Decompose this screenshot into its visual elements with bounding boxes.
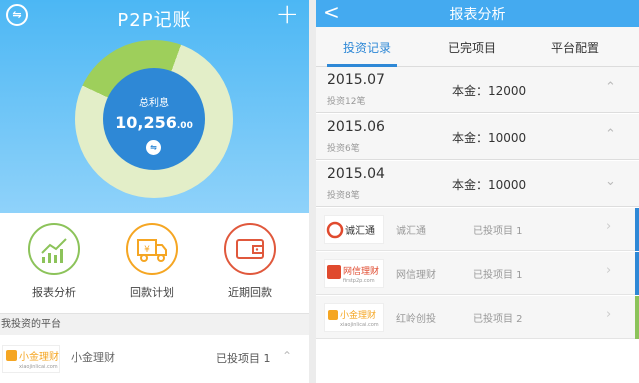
platform-color-bar bbox=[635, 296, 639, 339]
add-icon[interactable]: + bbox=[276, 0, 299, 28]
record-principal: 本金：12000 bbox=[452, 84, 527, 98]
report-analysis-button[interactable]: 报表分析 bbox=[9, 223, 99, 300]
record-month: 2015.07 bbox=[327, 72, 385, 88]
platform-project-count: 已投项目 1 bbox=[216, 352, 271, 365]
report-analysis-label: 报表分析 bbox=[32, 286, 76, 299]
platform-logo: 小金理财 xiaojinlicai.com bbox=[324, 303, 384, 332]
platform-row[interactable]: 小金理财 xiaojinlicai.com 红岭创投 已投项目 2 › bbox=[316, 296, 639, 339]
chevron-right-icon[interactable]: › bbox=[606, 219, 611, 234]
truck-icon: ¥ bbox=[126, 223, 178, 275]
svg-text:¥: ¥ bbox=[144, 245, 150, 255]
toggle-icon[interactable]: ⇋ bbox=[146, 140, 161, 155]
record-investment-count: 投资8笔 bbox=[327, 191, 360, 201]
chart-icon bbox=[28, 223, 80, 275]
record-row[interactable]: 2015.07 投资12笔 本金：12000 ⌃ bbox=[316, 67, 639, 113]
left-screen: ⇋ P2P记账 + 总利息 10,256.00 ⇋ 报表分析 ¥ 回款计划 近期… bbox=[0, 0, 309, 383]
platform-project-count: 已投项目 2 bbox=[473, 314, 523, 325]
record-investment-count: 投资12笔 bbox=[327, 97, 366, 107]
platform-row[interactable]: 网信理财 firstp2p.com 网信理财 已投项目 1 › bbox=[316, 252, 639, 295]
platform-logo: 诚汇通 bbox=[324, 215, 384, 244]
platform-logo-text: 小金理财 bbox=[19, 350, 59, 363]
repayment-plan-button[interactable]: ¥ 回款计划 bbox=[107, 223, 197, 300]
platform-logo-text: 网信理财 bbox=[343, 265, 379, 277]
tab-platform-config[interactable]: 平台配置 bbox=[551, 39, 599, 56]
platform-logo: 小金理财 xiaojinlicai.com bbox=[2, 345, 60, 373]
record-investment-count: 投资6笔 bbox=[327, 144, 360, 154]
total-interest-label: 总利息 bbox=[139, 98, 169, 109]
interest-donut-chart: 总利息 10,256.00 ⇋ bbox=[75, 40, 233, 198]
platform-logo-sub: firstp2p.com bbox=[343, 278, 375, 284]
record-row[interactable]: 2015.04 投资8笔 本金：10000 ⌄ bbox=[316, 161, 639, 207]
report-tabs: 投资记录 已完项目 平台配置 bbox=[316, 27, 639, 67]
platform-name: 诚汇通 bbox=[396, 226, 426, 237]
report-header: < 报表分析 bbox=[316, 0, 639, 27]
tab-completed-projects[interactable]: 已完项目 bbox=[448, 39, 496, 56]
recent-repayment-label: 近期回款 bbox=[228, 286, 272, 299]
right-screen: < 报表分析 投资记录 已完项目 平台配置 2015.07 投资12笔 本金：1… bbox=[316, 0, 639, 383]
chevron-right-icon[interactable]: › bbox=[606, 307, 611, 322]
feature-grid: 报表分析 ¥ 回款计划 近期回款 bbox=[0, 213, 309, 313]
platform-row[interactable]: 诚汇通 诚汇通 已投项目 1 › bbox=[316, 208, 639, 251]
chevron-up-icon[interactable]: ⌃ bbox=[605, 127, 616, 142]
record-month: 2015.04 bbox=[327, 166, 385, 182]
chevron-right-icon[interactable]: › bbox=[606, 263, 611, 278]
platform-name: 红岭创投 bbox=[396, 314, 436, 325]
chevron-up-icon[interactable]: ⌃ bbox=[282, 349, 292, 363]
repayment-plan-label: 回款计划 bbox=[130, 286, 174, 299]
platform-logo-text: 小金理财 bbox=[340, 309, 376, 321]
platform-logo-sub: xiaojinlicai.com bbox=[19, 364, 58, 370]
total-interest-integer: 10,256 bbox=[115, 113, 177, 132]
total-interest-value: 10,256.00 bbox=[103, 113, 205, 132]
platform-project-count: 已投项目 1 bbox=[473, 226, 523, 237]
platform-logo-sub: xiaojinlicai.com bbox=[340, 322, 379, 328]
record-row[interactable]: 2015.06 投资6笔 本金：10000 ⌃ bbox=[316, 114, 639, 160]
tab-investment-records[interactable]: 投资记录 bbox=[343, 39, 391, 56]
app-title: P2P记账 bbox=[117, 10, 192, 31]
chevron-down-icon[interactable]: ⌄ bbox=[605, 174, 616, 189]
platform-color-bar bbox=[635, 252, 639, 295]
platform-row[interactable]: 小金理财 xiaojinlicai.com 小金理财 已投项目 1 ⌃ bbox=[0, 335, 309, 383]
platform-logo: 网信理财 firstp2p.com bbox=[324, 259, 384, 288]
section-header-my-platforms: 我投资的平台 bbox=[0, 313, 309, 335]
platform-name: 小金理财 bbox=[71, 351, 115, 364]
summary-header: ⇋ P2P记账 + 总利息 10,256.00 ⇋ bbox=[0, 0, 309, 213]
platform-color-bar bbox=[635, 208, 639, 251]
report-title: 报表分析 bbox=[449, 7, 506, 23]
total-interest-decimal: .00 bbox=[176, 121, 193, 131]
donut-center[interactable]: 总利息 10,256.00 ⇋ bbox=[103, 68, 205, 170]
record-month: 2015.06 bbox=[327, 119, 385, 135]
record-principal: 本金：10000 bbox=[452, 131, 527, 145]
recent-repayment-button[interactable]: 近期回款 bbox=[205, 223, 295, 300]
wallet-icon bbox=[224, 223, 276, 275]
platform-name: 网信理财 bbox=[396, 270, 436, 281]
platform-logo-text: 诚汇通 bbox=[345, 224, 375, 237]
platform-project-count: 已投项目 1 bbox=[473, 270, 523, 281]
chevron-up-icon[interactable]: ⌃ bbox=[605, 80, 616, 95]
record-principal: 本金：10000 bbox=[452, 178, 527, 192]
